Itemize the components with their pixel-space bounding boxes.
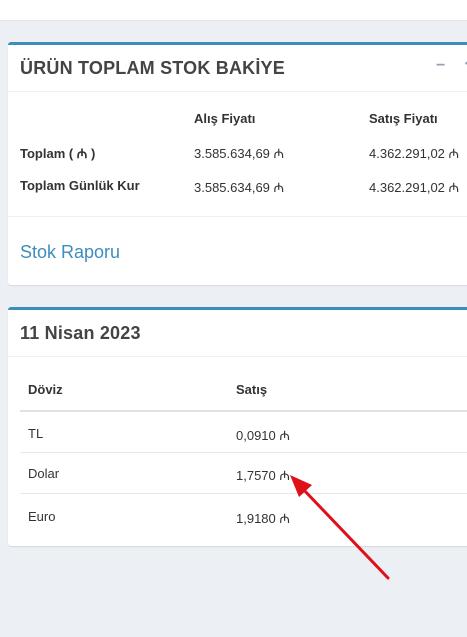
annotation-arrow	[290, 475, 390, 580]
